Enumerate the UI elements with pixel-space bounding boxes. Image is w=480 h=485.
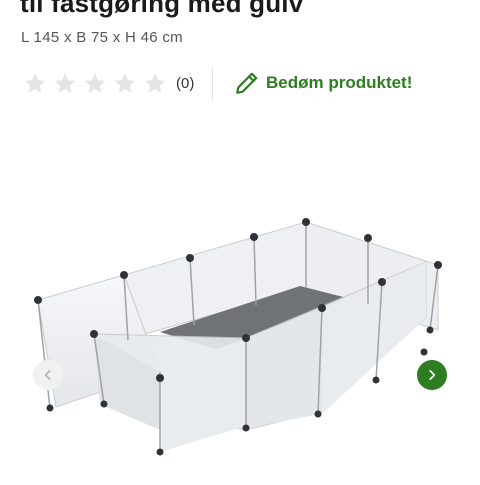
star-icon xyxy=(84,73,106,93)
pencil-icon xyxy=(236,72,258,94)
star-icon xyxy=(54,73,76,93)
product-dimensions: L 145 x B 75 x H 46 cm xyxy=(21,29,183,46)
product-image-gallery xyxy=(0,200,480,480)
rate-product-link[interactable]: Bedøm produktet! xyxy=(234,70,412,96)
gallery-next-button[interactable] xyxy=(417,360,447,390)
gallery-prev-button[interactable] xyxy=(33,360,63,390)
review-count[interactable]: (0) xyxy=(176,75,194,92)
divider xyxy=(212,68,213,100)
star-icon xyxy=(144,73,166,93)
product-image xyxy=(34,218,442,456)
rating-row: (0) Bedøm produktet! xyxy=(22,68,462,100)
rate-product-label: Bedøm produktet! xyxy=(266,73,413,92)
chevron-right-icon xyxy=(429,370,436,380)
star-rating xyxy=(22,72,168,96)
product-title: til fastgøring med gulv xyxy=(20,0,304,18)
chevron-left-icon xyxy=(44,370,51,380)
star-icon xyxy=(24,73,46,93)
star-icon xyxy=(114,73,136,93)
